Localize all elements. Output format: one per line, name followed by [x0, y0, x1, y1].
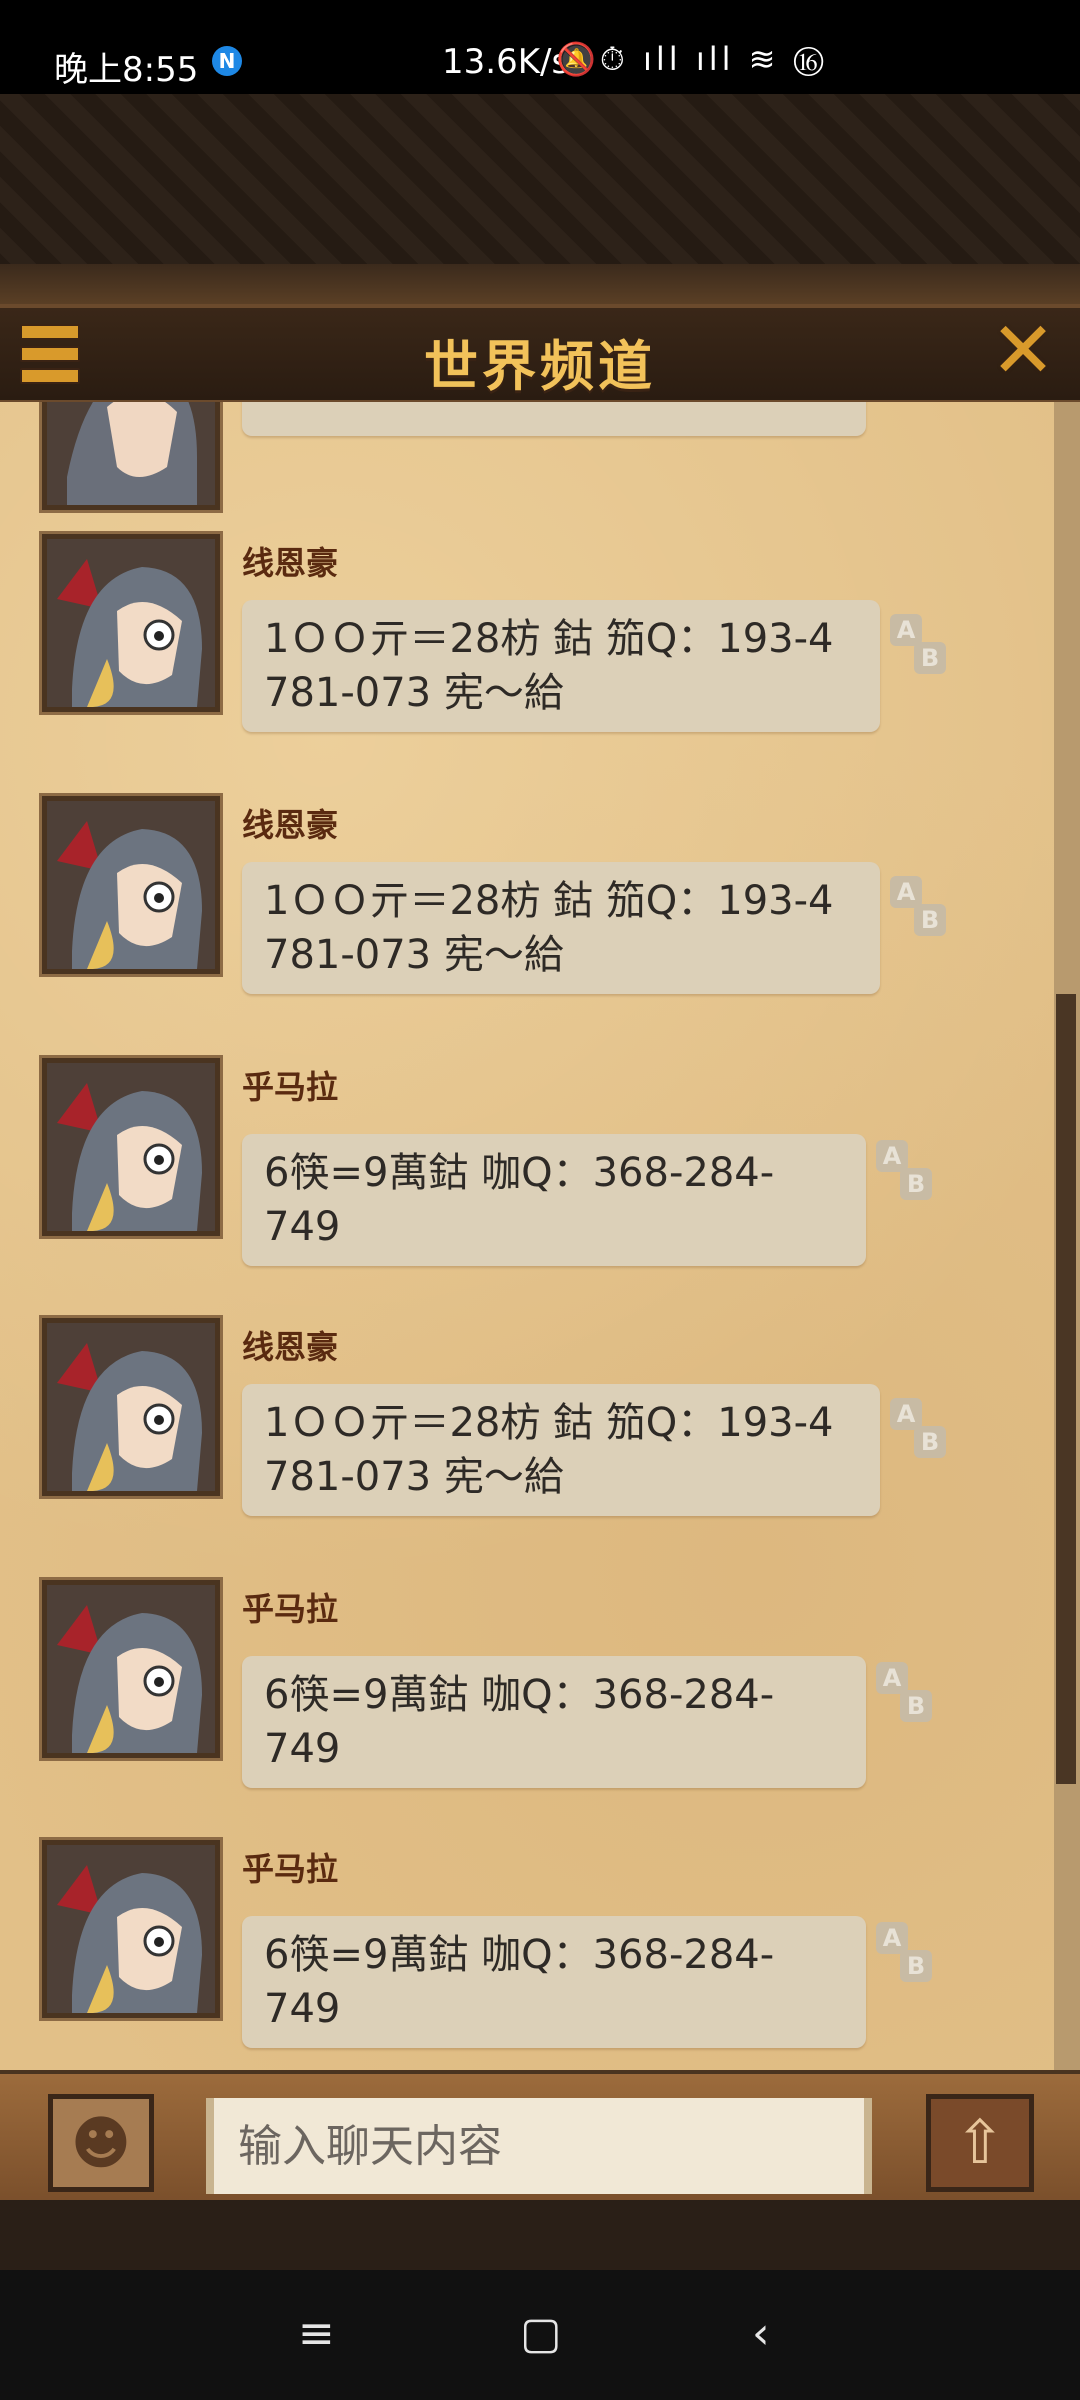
- avatar[interactable]: [39, 402, 223, 513]
- message-line: 781-073 宪～給: [264, 932, 564, 978]
- sender-name: 线恩豪: [242, 544, 339, 582]
- message-bubble: 6筷=9萬鈷 咖Q：368-284-749: [242, 1134, 866, 1266]
- message-bubble: 1ＯＯ亓＝28枋 鈷 笳Q：193-4 781-073 宪～給: [242, 1384, 880, 1516]
- app-notification-icon: N: [212, 46, 242, 76]
- status-icons: 🔕⏱ ıll ıll ≋ ⑯: [556, 40, 828, 78]
- scrollbar-thumb[interactable]: [1056, 994, 1076, 1784]
- sender-name: 乎马拉: [242, 1590, 339, 1628]
- avatar[interactable]: [39, 1577, 223, 1761]
- message-bubble: 1ＯＯ亓＝28枋 鈷 笳Q：193-4 781-073 宪～給: [242, 600, 880, 732]
- back-icon[interactable]: ‹: [752, 2308, 770, 2359]
- close-icon[interactable]: ✕: [990, 312, 1056, 390]
- sender-name: 线恩豪: [242, 1328, 339, 1366]
- message-line: 1ＯＯ亓＝28枋 鈷 笳Q：193-4: [264, 616, 834, 662]
- recent-apps-icon[interactable]: ≡: [298, 2308, 335, 2359]
- translate-icon[interactable]: AB: [888, 876, 950, 938]
- avatar[interactable]: [39, 793, 223, 977]
- sender-name: 线恩豪: [242, 806, 339, 844]
- message-bubble: 6筷=9萬鈷 咖Q：368-284-749: [242, 1656, 866, 1788]
- translate-icon[interactable]: AB: [888, 614, 950, 676]
- home-icon[interactable]: ▢: [520, 2308, 562, 2359]
- message-bubble: 1ＯＯ亓＝28枋 鈷 笳Q：193-4 781-073 宪～給: [242, 862, 880, 994]
- message-line: 6筷=9萬鈷 咖Q：368-284-749: [264, 1672, 775, 1772]
- message-line: 6筷=9萬鈷 咖Q：368-284-749: [264, 1932, 775, 2032]
- translate-icon[interactable]: AB: [874, 1140, 936, 1202]
- message-line: 1ＯＯ亓＝28枋 鈷 笳Q：193-4: [264, 1400, 834, 1446]
- message-bubble: [242, 402, 866, 436]
- avatar[interactable]: [39, 1055, 223, 1239]
- page-title: 世界频道: [424, 335, 656, 398]
- status-bar: 晚上8:55 N 13.6K/s 🔕⏱ ıll ıll ≋ ⑯: [0, 0, 1080, 94]
- message-line: 781-073 宪～給: [264, 670, 564, 716]
- top-decoration: [0, 94, 1080, 304]
- bottom-decoration: [0, 2200, 1080, 2270]
- chat-input-bar: ☻ ⇧: [0, 2070, 1080, 2204]
- message-bubble: 6筷=9萬鈷 咖Q：368-284-749: [242, 1916, 866, 2048]
- sender-name: 乎马拉: [242, 1850, 339, 1888]
- translate-icon[interactable]: AB: [874, 1922, 936, 1984]
- avatar[interactable]: [39, 1315, 223, 1499]
- emoji-button[interactable]: ☻: [48, 2094, 154, 2192]
- status-time: 晚上8:55: [54, 50, 199, 90]
- sender-name: 乎马拉: [242, 1068, 339, 1106]
- channel-header: 世界频道 ✕: [0, 304, 1080, 406]
- avatar[interactable]: [39, 531, 223, 715]
- message-line: 1ＯＯ亓＝28枋 鈷 笳Q：193-4: [264, 878, 834, 924]
- translate-icon[interactable]: AB: [874, 1662, 936, 1724]
- translate-icon[interactable]: AB: [888, 1398, 950, 1460]
- message-line: 6筷=9萬鈷 咖Q：368-284-749: [264, 1150, 775, 1250]
- avatar[interactable]: [39, 1837, 223, 2021]
- chat-input[interactable]: [206, 2098, 872, 2194]
- network-speed: 13.6K/s: [442, 42, 570, 82]
- message-line: 781-073 宪～給: [264, 1454, 564, 1500]
- system-nav-bar: ≡ ▢ ‹: [0, 2270, 1080, 2400]
- chat-list[interactable]: 线恩豪 1ＯＯ亓＝28枋 鈷 笳Q：193-4 781-073 宪～給 AB 线…: [0, 402, 1080, 2070]
- send-button[interactable]: ⇧: [926, 2094, 1034, 2192]
